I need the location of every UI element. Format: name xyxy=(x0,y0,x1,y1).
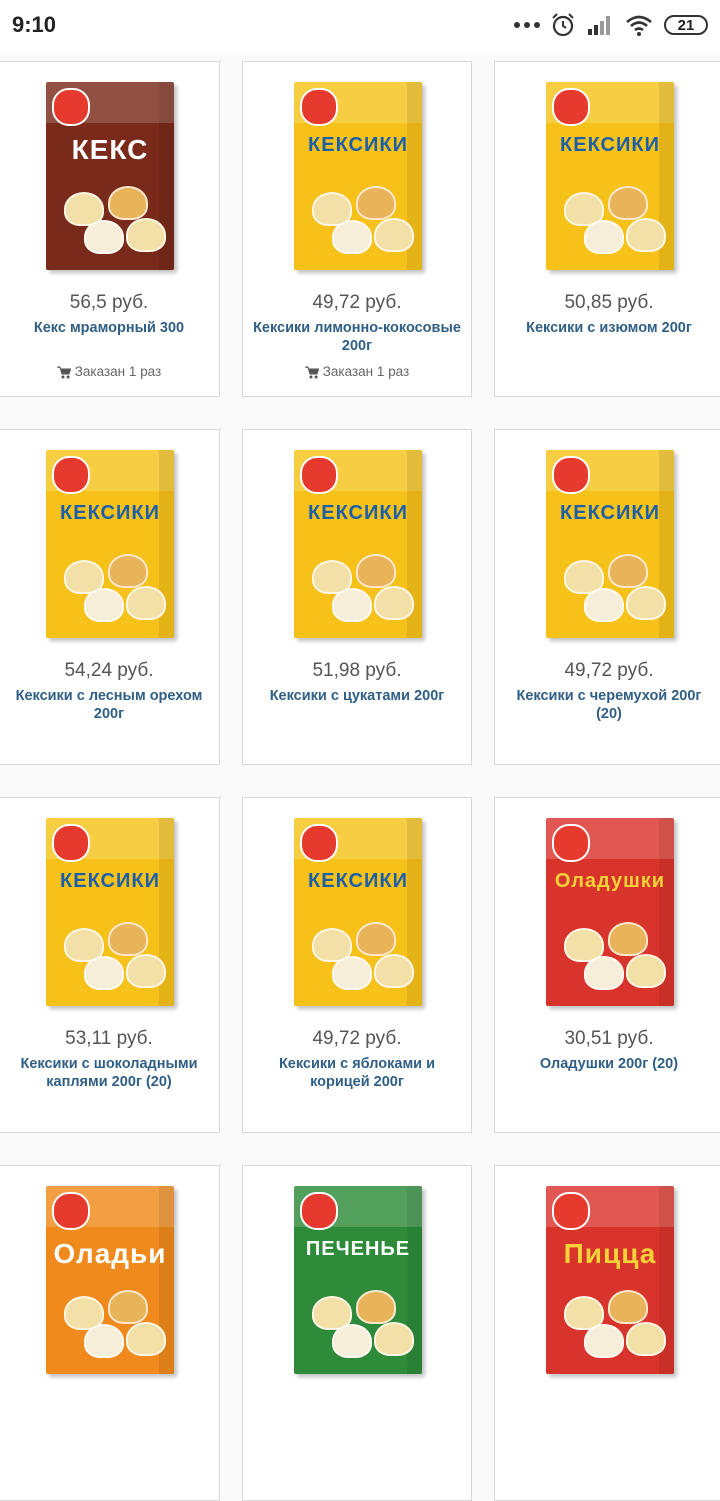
product-card[interactable]: Пицца xyxy=(494,1165,720,1501)
product-name-link[interactable]: Кексики с черемухой 200г (20) xyxy=(503,687,715,723)
product-card[interactable]: КЕКСИКИ 49,72 руб. Кексики лимонно-кокосов… xyxy=(242,61,472,397)
status-bar: 9:10 21 xyxy=(0,0,720,52)
product-card[interactable]: КЕКСИКИ 49,72 руб. Кексики с черемухой 200… xyxy=(494,429,720,765)
product-name-link[interactable]: Кексики с яблоками и корицей 200г xyxy=(251,1055,463,1091)
box-title: КЕКСИКИ xyxy=(308,870,408,892)
product-name-link[interactable]: Кекс мраморный 300 xyxy=(7,319,211,337)
box-title: Оладьи xyxy=(53,1238,167,1269)
product-image[interactable]: КЕКСИКИ xyxy=(46,450,174,638)
brand-logo-icon xyxy=(552,456,590,494)
box-title: ПЕЧЕНЬЕ xyxy=(305,1238,411,1260)
ordered-label: Заказан 1 раз xyxy=(74,364,162,379)
product-card[interactable]: КЕКСИКИ 50,85 руб. Кексики с изюмом 200г xyxy=(494,61,720,397)
product-card[interactable]: КЕКСИКИ 53,11 руб. Кексики с шоколадными к… xyxy=(0,797,220,1133)
signal-icon xyxy=(588,16,610,35)
brand-logo-icon xyxy=(300,1192,338,1230)
product-price: 53,11 руб. xyxy=(65,1028,153,1049)
product-image[interactable]: КЕКСИКИ xyxy=(46,818,174,1006)
product-image[interactable]: КЕКСИКИ xyxy=(294,82,422,270)
product-price: 49,72 руб. xyxy=(312,292,402,313)
ordered-label: Заказан 1 раз xyxy=(322,364,410,379)
product-card[interactable]: Оладушки 30,51 руб. Оладушки 200г (20) xyxy=(494,797,720,1133)
product-card[interactable]: КЕКС 56,5 руб. Кекс мраморный 300 Заказан 1… xyxy=(0,61,220,397)
more-notifications-icon xyxy=(514,22,540,28)
wifi-icon xyxy=(626,15,652,36)
product-card[interactable]: КЕКСИКИ 51,98 руб. Кексики с цукатами 200г xyxy=(242,429,472,765)
box-title: КЕКСИКИ xyxy=(560,502,660,524)
product-image[interactable]: ПЕЧЕНЬЕ xyxy=(294,1186,422,1374)
cart-icon xyxy=(304,366,319,379)
product-card[interactable]: КЕКСИКИ 49,72 руб. Кексики с яблоками и ко… xyxy=(242,797,472,1133)
product-price: 49,72 руб. xyxy=(564,660,654,681)
box-title: КЕКС xyxy=(71,134,149,165)
product-image[interactable]: КЕКСИКИ xyxy=(546,450,674,638)
brand-logo-icon xyxy=(52,456,90,494)
product-image[interactable]: Оладьи xyxy=(46,1186,174,1374)
box-title: КЕКСИКИ xyxy=(560,134,660,156)
product-card[interactable]: КЕКСИКИ 54,24 руб. Кексики с лесным орехом… xyxy=(0,429,220,765)
product-image[interactable]: КЕКСИКИ xyxy=(546,82,674,270)
brand-logo-icon xyxy=(552,824,590,862)
status-icons: 21 xyxy=(514,10,708,40)
box-title: КЕКСИКИ xyxy=(308,502,408,524)
product-name-link[interactable]: Кексики с цукатами 200г xyxy=(251,687,463,705)
product-image[interactable]: Пицца xyxy=(546,1186,674,1374)
product-image[interactable]: КЕКС xyxy=(46,82,174,270)
product-grid: КЕКС 56,5 руб. Кекс мраморный 300 Заказан 1… xyxy=(0,52,720,1501)
alarm-icon xyxy=(552,13,574,37)
brand-logo-icon xyxy=(552,88,590,126)
product-price: 50,85 руб. xyxy=(564,292,654,313)
brand-logo-icon xyxy=(300,824,338,862)
product-name-link[interactable]: Кексики лимонно-кокосовые 200г xyxy=(251,319,463,355)
box-title: КЕКСИКИ xyxy=(60,870,160,892)
product-image[interactable]: КЕКСИКИ xyxy=(294,818,422,1006)
product-image[interactable]: Оладушки xyxy=(546,818,674,1006)
brand-logo-icon xyxy=(52,824,90,862)
product-price: 51,98 руб. xyxy=(312,660,402,681)
status-time: 9:10 xyxy=(12,12,57,37)
product-name-link[interactable]: Кексики с шоколадными каплями 200г (20) xyxy=(7,1055,211,1091)
box-title: КЕКСИКИ xyxy=(308,134,408,156)
product-card[interactable]: Оладьи xyxy=(0,1165,220,1501)
brand-logo-icon xyxy=(300,88,338,126)
product-price: 49,72 руб. xyxy=(312,1028,402,1049)
ordered-count: Заказан 1 раз xyxy=(243,364,471,379)
product-price: 30,51 руб. xyxy=(564,1028,654,1049)
product-name-link[interactable]: Кексики с лесным орехом 200г xyxy=(7,687,211,723)
box-title: Пицца xyxy=(563,1238,657,1269)
product-price: 56,5 руб. xyxy=(69,292,149,313)
product-name-link[interactable]: Оладушки 200г (20) xyxy=(503,1055,715,1073)
brand-logo-icon xyxy=(552,1192,590,1230)
battery-indicator: 21 xyxy=(664,15,708,35)
brand-logo-icon xyxy=(52,88,90,126)
cart-icon xyxy=(56,366,71,379)
ordered-count: Заказан 1 раз xyxy=(0,364,219,379)
product-name-link[interactable]: Кексики с изюмом 200г xyxy=(503,319,715,337)
product-card[interactable]: ПЕЧЕНЬЕ xyxy=(242,1165,472,1501)
brand-logo-icon xyxy=(52,1192,90,1230)
box-title: Оладушки xyxy=(554,870,666,892)
brand-logo-icon xyxy=(300,456,338,494)
product-image[interactable]: КЕКСИКИ xyxy=(294,450,422,638)
product-price: 54,24 руб. xyxy=(64,660,154,681)
box-title: КЕКСИКИ xyxy=(60,502,160,524)
